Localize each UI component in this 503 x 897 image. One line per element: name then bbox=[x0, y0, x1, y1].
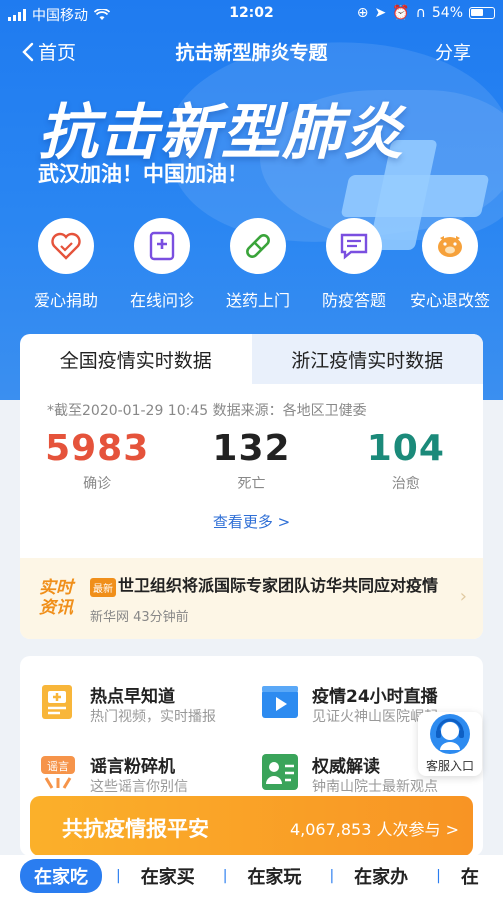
news-source: 新华网 43分钟前 bbox=[90, 610, 189, 625]
report-safety-banner[interactable]: 共抗疫情报平安 4,067,853 人次参与 > bbox=[30, 796, 473, 856]
headphones-icon: ∩ bbox=[415, 5, 426, 21]
medical-cross-decoration bbox=[340, 175, 490, 217]
participation-count: 4,067,853 人次参与 > bbox=[289, 820, 459, 839]
quick-action-consult[interactable]: 在线问诊 bbox=[114, 218, 210, 311]
tab-separator: | bbox=[222, 868, 228, 884]
news-icon bbox=[42, 685, 72, 719]
stat-label: 确诊 bbox=[83, 476, 112, 492]
battery-icon bbox=[469, 7, 495, 19]
data-tabs: 全国疫情实时数据 浙江疫情实时数据 bbox=[20, 334, 483, 384]
pill-icon bbox=[230, 218, 286, 274]
back-label: 首页 bbox=[38, 42, 77, 64]
tab-eat-at-home[interactable]: 在家吃 bbox=[20, 859, 102, 893]
tab-work-at-home[interactable]: 在家办 bbox=[340, 859, 422, 893]
tab-more[interactable]: 在 bbox=[447, 859, 493, 893]
tab-play-at-home[interactable]: 在家玩 bbox=[233, 859, 315, 893]
quick-actions: 爱心捐助 在线问诊 送药上门 防疫答题 安心退改签 bbox=[18, 218, 498, 311]
tab-separator: | bbox=[329, 868, 335, 884]
service-subtitle: 钟南山院士最新观点 bbox=[312, 779, 438, 795]
service-title: 权威解读 bbox=[312, 757, 380, 777]
quick-action-label: 在线问诊 bbox=[129, 291, 194, 310]
quick-action-refund[interactable]: 安心退改签 bbox=[402, 218, 498, 311]
location-icon: ➤ bbox=[374, 5, 387, 21]
tab-separator: | bbox=[436, 868, 441, 884]
stat-deaths: 132 死亡 bbox=[174, 428, 328, 493]
news-logo-line: 实时 bbox=[39, 578, 73, 598]
stat-label: 治愈 bbox=[391, 476, 420, 492]
quick-action-label: 防疫答题 bbox=[321, 291, 386, 310]
service-title: 谣言粉碎机 bbox=[90, 757, 175, 777]
service-subtitle: 热门视频，实时播报 bbox=[90, 709, 216, 725]
chevron-left-icon bbox=[22, 42, 34, 61]
battery-percent: 54% bbox=[431, 5, 463, 21]
news-logo-line: 资讯 bbox=[39, 598, 73, 618]
quick-action-label: 安心退改签 bbox=[409, 291, 490, 310]
medical-record-icon bbox=[134, 218, 190, 274]
realtime-news-logo: 实时 资讯 bbox=[36, 578, 76, 618]
tab-separator: | bbox=[116, 868, 121, 884]
stats-row: 5983 确诊 132 死亡 104 治愈 bbox=[20, 428, 483, 493]
category-tab-bar: 在家吃 | 在家买 | 在家玩 | 在家办 | 在 bbox=[0, 855, 503, 897]
update-info: *截至2020-01-29 10:45 数据来源：各地区卫健委 bbox=[47, 403, 367, 419]
tab-national[interactable]: 全国疫情实时数据 bbox=[20, 334, 252, 384]
banner-title: 共抗疫情报平安 bbox=[62, 817, 209, 841]
quick-action-delivery[interactable]: 送药上门 bbox=[210, 218, 306, 311]
customer-service-label: 客服入口 bbox=[425, 759, 474, 773]
hero-subline: 武汉加油！中国加油！ bbox=[38, 162, 248, 186]
tab-shop-at-home[interactable]: 在家买 bbox=[127, 859, 209, 893]
tab-zhejiang[interactable]: 浙江疫情实时数据 bbox=[251, 334, 483, 384]
rotation-lock-icon: ⊕ bbox=[356, 5, 369, 21]
svg-text:谣言: 谣言 bbox=[47, 760, 69, 773]
news-title: 世卫组织将派国际专家团队访华共同应对疫情 bbox=[118, 576, 439, 595]
service-title: 疫情24小时直播 bbox=[312, 687, 438, 707]
see-more-link[interactable]: 查看更多 > bbox=[20, 511, 483, 532]
quick-action-quiz[interactable]: 防疫答题 bbox=[306, 218, 402, 311]
alarm-icon: ⏰ bbox=[392, 5, 410, 21]
stat-value: 5983 bbox=[45, 428, 150, 469]
epidemic-data-card: 全国疫情实时数据 浙江疫情实时数据 *截至2020-01-29 10:45 数据… bbox=[20, 334, 483, 639]
stat-cured: 104 治愈 bbox=[329, 428, 483, 493]
doctor-icon bbox=[262, 754, 298, 790]
chat-list-icon bbox=[326, 218, 382, 274]
quick-action-label: 爱心捐助 bbox=[33, 291, 98, 310]
share-button[interactable]: 分享 bbox=[435, 39, 471, 65]
headset-agent-icon bbox=[430, 714, 470, 754]
news-ticker[interactable]: 实时 资讯 最新 世卫组织将派国际专家团队访华共同应对疫情 新华网 43分钟前 … bbox=[20, 558, 483, 639]
service-subtitle: 这些谣言你别信 bbox=[90, 779, 188, 795]
status-bar: 中国移动 12:02 ⊕ ➤ ⏰ ∩ 54% bbox=[0, 0, 503, 28]
latest-badge: 最新 bbox=[90, 578, 116, 597]
heart-icon bbox=[38, 218, 94, 274]
quick-action-donate[interactable]: 爱心捐助 bbox=[18, 218, 114, 311]
rumor-icon: 谣言 bbox=[41, 756, 75, 789]
nav-bar: 首页 抗击新型肺炎专题 分享 bbox=[0, 30, 503, 74]
pig-icon bbox=[422, 218, 478, 274]
back-button[interactable]: 首页 bbox=[22, 38, 76, 65]
video-icon bbox=[262, 686, 298, 718]
stat-label: 死亡 bbox=[237, 476, 266, 492]
quick-action-label: 送药上门 bbox=[225, 291, 290, 310]
stat-value: 132 bbox=[212, 428, 291, 469]
stat-value: 104 bbox=[366, 428, 445, 469]
customer-service-button[interactable]: 客服入口 bbox=[418, 712, 482, 776]
stat-confirmed: 5983 确诊 bbox=[20, 428, 174, 493]
service-title: 热点早知道 bbox=[90, 687, 175, 707]
chevron-right-icon: › bbox=[459, 586, 467, 607]
service-hot-news[interactable]: 热点早知道 热门视频，实时播报 bbox=[38, 678, 253, 736]
